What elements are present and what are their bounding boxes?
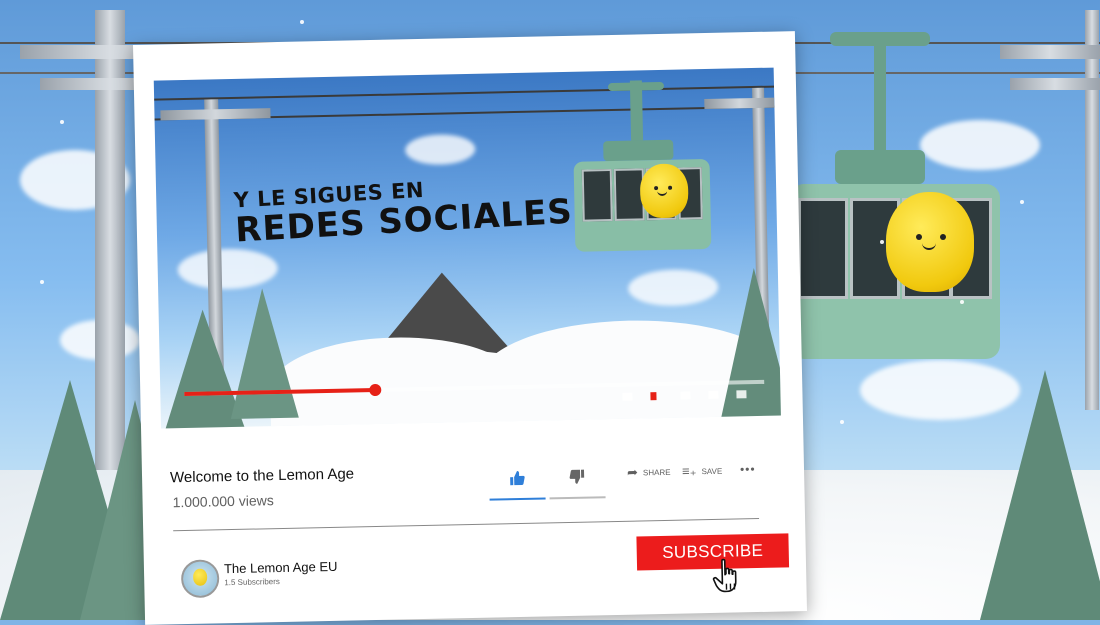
video-caption: Y LE SIGUES EN REDES SOCIALES... (233, 167, 615, 251)
video-card: Y LE SIGUES EN REDES SOCIALES... Welcome… (132, 31, 808, 625)
more-actions-button[interactable]: ••• (740, 462, 756, 476)
like-button[interactable] (488, 461, 546, 501)
gondola-large (790, 32, 1005, 362)
save-label: SAVE (701, 466, 723, 476)
right-tower (1085, 10, 1099, 410)
thumbs-down-icon (569, 469, 585, 490)
share-button[interactable]: ➦ SHARE (627, 464, 671, 481)
divider (173, 517, 760, 532)
view-count: 1.000.000 views (172, 492, 274, 511)
tower-crossbar (1010, 78, 1100, 90)
video-title: Welcome to the Lemon Age (169, 465, 355, 487)
player-control-icon[interactable] (680, 391, 691, 400)
lemon-character (886, 192, 974, 292)
channel-avatar[interactable] (180, 559, 220, 599)
channel-name[interactable]: The Lemon Age EU (224, 559, 338, 576)
player-control-icon[interactable] (622, 392, 633, 401)
share-label: SHARE (642, 467, 671, 477)
save-button[interactable]: ≡₊ SAVE (682, 463, 723, 480)
thumbs-up-icon (509, 470, 525, 491)
settings-icon[interactable] (708, 390, 719, 400)
share-arrow-icon: ➦ (626, 464, 639, 480)
tower-crossbar (1000, 45, 1100, 59)
video-player[interactable]: Y LE SIGUES EN REDES SOCIALES... (153, 67, 781, 429)
lemon-character (639, 163, 689, 219)
playlist-add-icon: ≡₊ (681, 463, 697, 479)
hand-pointer-icon (712, 557, 747, 605)
more-icon: ••• (739, 462, 756, 477)
dislike-button[interactable] (548, 460, 606, 500)
tree (980, 370, 1100, 620)
player-control-icon[interactable] (650, 392, 657, 401)
fullscreen-icon[interactable] (736, 390, 747, 399)
gondola-small (572, 79, 716, 260)
subscriber-count: 1.5 Subscribers (224, 577, 280, 588)
